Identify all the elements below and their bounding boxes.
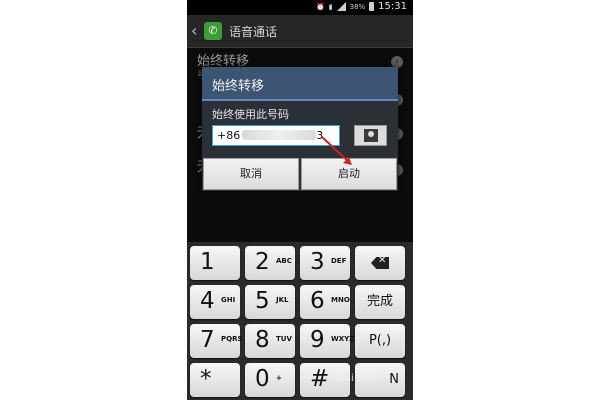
back-icon[interactable]: ‹ — [191, 22, 205, 40]
key-2[interactable]: 2 ABC — [245, 246, 295, 280]
key-6[interactable]: 6 MNO — [300, 285, 350, 319]
annotation-arrow — [321, 136, 352, 165]
status-bar: ⏰ ▮ 38% 15:31 — [187, 0, 413, 15]
vibrate-icon: ▮ — [328, 2, 333, 11]
redacted-number — [242, 130, 317, 140]
key-star[interactable]: * — [190, 363, 240, 397]
key-4[interactable]: 4 GHI — [190, 285, 240, 319]
status-icons: ⏰ ▮ 38% 15:31 — [316, 1, 407, 12]
key-1[interactable]: 1 — [190, 246, 240, 280]
key-5[interactable]: 5 JKL — [245, 285, 295, 319]
contact-card-icon — [364, 129, 378, 142]
battery-icon — [369, 2, 375, 11]
watermark: Bai 经验 — [338, 373, 377, 384]
dialog-title: 始终转移 — [212, 79, 265, 94]
contacts-button[interactable] — [354, 125, 387, 146]
number-prefix: +86 — [217, 129, 241, 142]
backspace-key[interactable] — [355, 246, 405, 280]
key-9[interactable]: 9 WXYZ — [300, 324, 354, 358]
phone-app-icon[interactable]: ✆ — [204, 22, 222, 40]
dialog-subtitle: 始终使用此号码 — [212, 108, 289, 121]
clock: 15:31 — [378, 1, 407, 12]
cancel-button[interactable]: 取消 — [203, 158, 299, 190]
alarm-icon: ⏰ — [316, 2, 325, 11]
key-0[interactable]: 0 + — [245, 363, 295, 397]
key-8[interactable]: 8 TUV — [245, 324, 295, 358]
signal-icon — [336, 2, 346, 11]
done-key[interactable]: 完成 — [355, 285, 405, 319]
pause-key[interactable]: P(,) — [355, 324, 405, 358]
key-7[interactable]: 7 PQRS — [190, 324, 243, 358]
battery-percent: 38% — [349, 2, 366, 11]
page-title: 语音通话 — [229, 25, 278, 39]
action-bar: ‹ ✆ 语音通话 — [187, 15, 413, 48]
call-forward-dialog: 始终转移 始终使用此号码 +86 3 取消 启动 — [202, 67, 398, 191]
dial-keypad: 1 2ABC 3DEF 4GHI 5JKL 6MNO 完成 7PQRS 8TUV… — [187, 242, 413, 400]
backspace-icon — [371, 257, 389, 269]
dialog-header: 始终转移 — [202, 67, 398, 101]
key-3[interactable]: 3 DEF — [300, 246, 350, 280]
